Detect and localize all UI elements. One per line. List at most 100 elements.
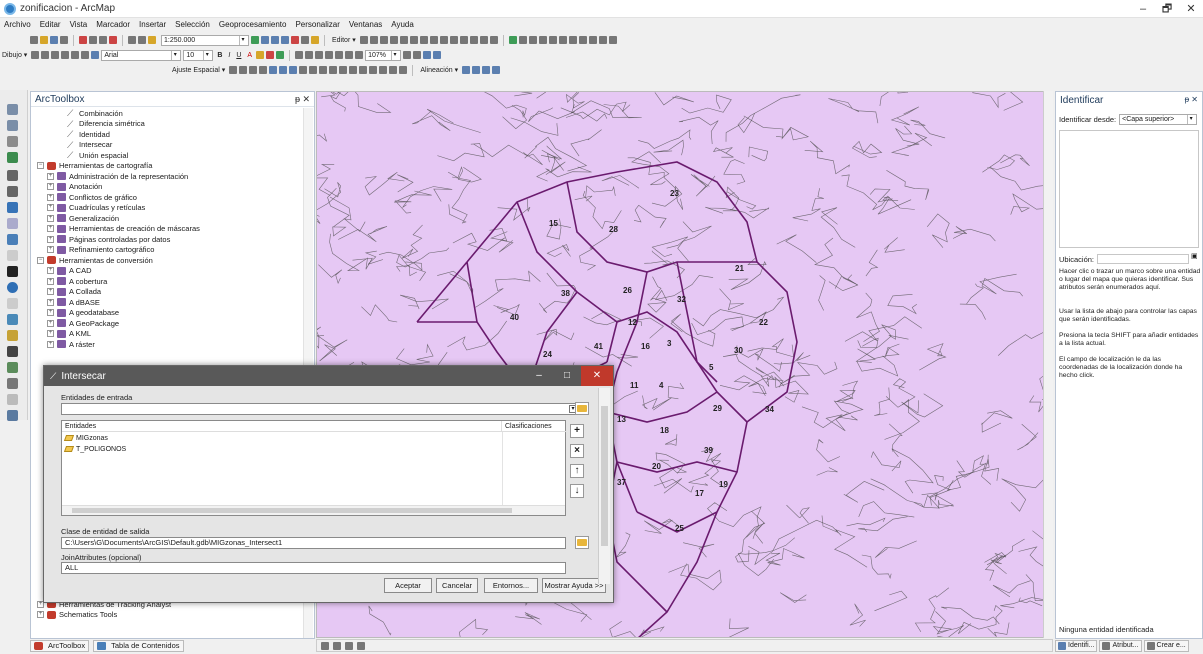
identify-icon[interactable] [7, 282, 18, 293]
toolbox-tree-item[interactable]: − Herramientas de conversión [31, 255, 301, 266]
edit-vertices-icon[interactable] [419, 36, 428, 44]
menu-seleccion[interactable]: Selección [175, 20, 210, 32]
menu-editar[interactable]: Editar [40, 20, 61, 32]
rectangle-icon[interactable] [61, 51, 70, 59]
text-icon[interactable] [71, 51, 80, 59]
remove-row-button[interactable]: × [570, 444, 584, 458]
editor-menu[interactable]: Editor ▾ [332, 36, 356, 44]
table-horizontal-scrollbar[interactable] [62, 505, 565, 515]
scale-combo[interactable]: 1:250.000 ▾ [161, 34, 249, 46]
tool-icon[interactable] [299, 66, 308, 74]
create-features-icon[interactable] [489, 36, 498, 44]
tab-arctoolbox[interactable]: ArcToolbox [30, 639, 90, 652]
dialog-maximize-button[interactable]: □ [553, 366, 581, 386]
toolbox-tree-item[interactable]: + Administración de la representación [31, 171, 301, 182]
clear-selection-icon[interactable] [7, 250, 18, 261]
menu-archivo[interactable]: Archivo [4, 20, 31, 32]
georef-icon[interactable] [508, 36, 517, 44]
data-view-icon[interactable] [321, 641, 329, 650]
move-down-button[interactable]: ↓ [570, 484, 584, 498]
dialog-minimize-button[interactable]: – [525, 366, 553, 386]
tool-icon[interactable] [528, 36, 537, 44]
font-color-button[interactable]: A [247, 52, 252, 59]
expand-icon[interactable]: + [47, 225, 54, 233]
layout-icon[interactable] [433, 51, 442, 59]
tool-icon[interactable] [345, 51, 354, 59]
open-icon[interactable] [40, 36, 48, 44]
paste-icon[interactable] [99, 36, 107, 44]
dialog-scrollbar[interactable] [598, 388, 610, 584]
toc-icon[interactable] [261, 36, 269, 44]
collapse-icon[interactable]: − [37, 256, 44, 264]
snap-point-icon[interactable] [229, 66, 238, 74]
sketch-properties-icon[interactable] [479, 36, 488, 44]
html-popup-icon[interactable] [7, 314, 18, 325]
reshape-icon[interactable] [429, 36, 438, 44]
alignment-menu[interactable]: Alineación ▾ [420, 66, 458, 74]
rotate-icon[interactable] [459, 36, 468, 44]
table-row[interactable]: T_POLIGONOS [63, 444, 126, 454]
scrollbar-thumb[interactable] [72, 508, 512, 513]
zoom-in-icon[interactable] [7, 104, 18, 115]
snap-end-icon[interactable] [239, 66, 248, 74]
tool-icon[interactable] [309, 66, 318, 74]
attributes-icon[interactable] [469, 36, 478, 44]
expand-icon[interactable]: + [37, 611, 44, 619]
dialog-close-button[interactable]: ✕ [581, 366, 613, 386]
point-icon[interactable] [409, 36, 418, 44]
tool-icon[interactable] [349, 66, 358, 74]
back-icon[interactable] [7, 202, 18, 213]
expand-icon[interactable]: + [47, 235, 54, 243]
toolbox-tree-item[interactable]: + Refinamiento cartográfico [31, 245, 301, 256]
layout-view-icon[interactable] [333, 641, 341, 650]
tool-icon[interactable] [315, 51, 324, 59]
identify-grid-toggle[interactable]: ▣ [1191, 252, 1198, 260]
font-size-combo[interactable]: 10 ▾ [183, 49, 214, 61]
toolbox-tree-item[interactable]: + Anotación [31, 182, 301, 193]
select-features-icon[interactable] [7, 234, 18, 245]
toolbox-tree-item[interactable]: + Schematics Tools [31, 610, 301, 621]
menu-marcador[interactable]: Marcador [96, 20, 130, 32]
expand-icon[interactable]: + [47, 277, 54, 285]
dialog-titlebar[interactable]: ⟋ Intersecar – □ ✕ [44, 366, 613, 386]
find-route-icon[interactable] [7, 362, 18, 373]
end-point-arc-icon[interactable] [389, 36, 398, 44]
expand-icon[interactable]: + [47, 267, 54, 275]
tool-icon[interactable] [355, 51, 364, 59]
tool-icon[interactable] [413, 51, 422, 59]
cut-polygons-icon[interactable] [439, 36, 448, 44]
tool-icon[interactable] [399, 66, 408, 74]
environments-button[interactable]: Entornos... [484, 578, 538, 593]
menu-personalizar[interactable]: Personalizar [295, 20, 339, 32]
layout-icon[interactable] [423, 51, 432, 59]
font-name-combo[interactable]: Arial ▾ [101, 49, 182, 61]
select-elements-icon[interactable] [31, 51, 40, 59]
align-circle-icon[interactable] [462, 66, 471, 74]
tool-icon[interactable] [305, 51, 314, 59]
toolbox-tree-item[interactable]: + A geodatabase [31, 308, 301, 319]
browse-input-button[interactable] [575, 402, 589, 415]
tool-icon[interactable] [578, 36, 587, 44]
search-icon[interactable] [281, 36, 289, 44]
expand-icon[interactable]: + [47, 204, 54, 212]
expand-icon[interactable]: + [47, 298, 54, 306]
add-data-icon[interactable] [148, 36, 156, 44]
show-help-button[interactable]: Mostrar Ayuda >> [542, 578, 606, 593]
split-icon[interactable] [449, 36, 458, 44]
modelbuilder-icon[interactable] [311, 36, 319, 44]
select-elements-icon[interactable] [7, 266, 18, 277]
print-icon[interactable] [60, 36, 68, 44]
tool-icon[interactable] [339, 66, 348, 74]
menu-geoprocesamiento[interactable]: Geoprocesamiento [219, 20, 287, 32]
snap-vertex-icon[interactable] [249, 66, 258, 74]
hyperlink-icon[interactable] [7, 298, 18, 309]
delete-icon[interactable] [109, 36, 117, 44]
menu-insertar[interactable]: Insertar [139, 20, 166, 32]
tool-icon[interactable] [319, 66, 328, 74]
line-color-icon[interactable] [266, 51, 275, 59]
rotate-element-icon[interactable] [41, 51, 50, 59]
python-icon[interactable] [301, 36, 309, 44]
expand-icon[interactable]: + [47, 214, 54, 222]
tool-icon[interactable] [588, 36, 597, 44]
tool-icon[interactable] [598, 36, 607, 44]
